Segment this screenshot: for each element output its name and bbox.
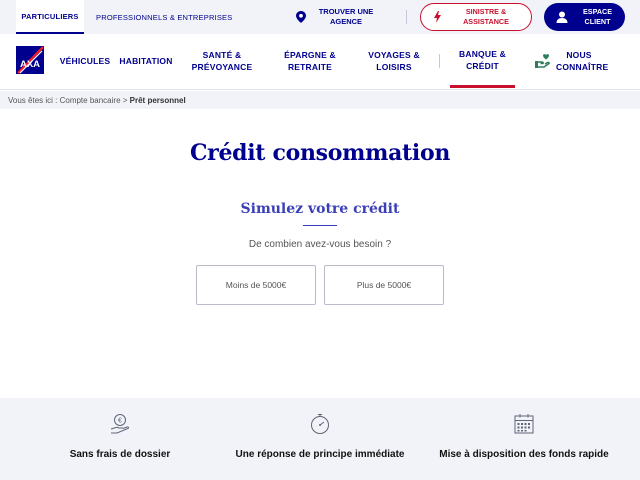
nav-habitation-label: HABITATION [119,56,173,66]
sinistre-assistance-label: SINISTRE & ASSISTANCE [463,7,509,26]
nav-vehicules-label: VÉHICULES [59,56,111,66]
feature-fonds-label: Mise à disposition des fonds rapide [439,449,609,460]
main-navigation: AXA VÉHICULES HABITATION SANTÉ & PRÉVOYA… [0,34,640,90]
choice-less-5000-button[interactable]: Moins de 5000€ [196,265,316,305]
heart-hand-icon [535,54,550,68]
euro-hand-icon: € [110,414,130,434]
breadcrumb-link-compte[interactable]: Compte bancaire [60,96,121,105]
nav-nous-label: NOUS CONNAÎTRE [556,50,609,72]
svg-text:€: € [118,418,122,425]
nav-banque-credit[interactable]: BANQUE & CRÉDIT [450,34,515,88]
espace-client-button[interactable]: ESPACE CLIENT [544,3,625,31]
breadcrumb-prefix: Vous êtes ici : [8,95,58,105]
feature-fonds-rapide: Mise à disposition des fonds rapide [414,398,634,480]
espace-client-label: ESPACE CLIENT [582,7,613,26]
sinistre-assistance-button[interactable]: SINISTRE & ASSISTANCE [420,3,532,31]
svg-text:AXA: AXA [20,59,40,70]
nav-habitation[interactable]: HABITATION [118,34,174,88]
stopwatch-icon [311,414,329,434]
tab-particuliers[interactable]: PARTICULIERS [16,0,84,34]
axa-logo[interactable]: AXA [16,46,44,74]
nav-voyages-loisirs[interactable]: VOYAGES & LOISIRS [362,34,426,88]
breadcrumb-current: Prêt personnel [129,95,186,105]
calendar-icon [514,414,534,434]
choice-more-label: Plus de 5000€ [356,280,412,290]
amount-question: De combien avez-vous besoin ? [248,239,392,250]
user-icon [556,11,568,23]
page-title: Crédit consommation [189,140,451,166]
nav-vehicules[interactable]: VÉHICULES [58,34,112,88]
simulator-title: Simulez votre crédit [240,201,400,217]
breadcrumb: Vous êtes ici : Compte bancaire > Prêt p… [0,91,640,109]
lightning-icon [434,11,441,23]
nav-voyages-label: VOYAGES & LOISIRS [368,50,420,72]
tab-professionnels[interactable]: PROFESSIONNELS & ENTREPRISES [96,0,232,34]
feature-reponse-label: Une réponse de principe immédiate [235,449,405,460]
nav-banque-label: BANQUE & CRÉDIT [459,48,506,71]
tab-particuliers-label: PARTICULIERS [21,11,79,21]
tab-professionnels-label: PROFESSIONNELS & ENTREPRISES [96,12,233,22]
choice-less-label: Moins de 5000€ [225,280,287,290]
nav-divider [439,54,440,68]
nav-sante-label: SANTÉ & PRÉVOYANCE [191,50,253,72]
axa-logo-mark: AXA [16,46,44,74]
find-agency-label: TROUVER UNE AGENCE [318,7,374,26]
top-bar: PARTICULIERS PROFESSIONNELS & ENTREPRISE… [0,0,640,34]
feature-reponse: Une réponse de principe immédiate [210,398,430,480]
breadcrumb-separator: > [122,95,128,105]
feature-sans-frais-label: Sans frais de dossier [69,449,171,460]
nav-epargne-retraite[interactable]: ÉPARGNE & RETRAITE [274,34,346,88]
nav-epargne-label: ÉPARGNE & RETRAITE [284,50,336,72]
features-band: € Sans frais de dossier Une réponse de p… [0,398,640,480]
subtitle-underline [303,225,337,226]
nav-sante-prevoyance[interactable]: SANTÉ & PRÉVOYANCE [188,34,256,88]
find-agency-link[interactable]: TROUVER UNE AGENCE [296,6,374,28]
nav-nous-connaitre[interactable]: NOUS CONNAÎTRE [534,34,620,88]
feature-sans-frais: € Sans frais de dossier [10,398,230,480]
location-pin-icon [296,11,306,23]
choice-more-5000-button[interactable]: Plus de 5000€ [324,265,444,305]
topbar-divider [406,10,407,24]
